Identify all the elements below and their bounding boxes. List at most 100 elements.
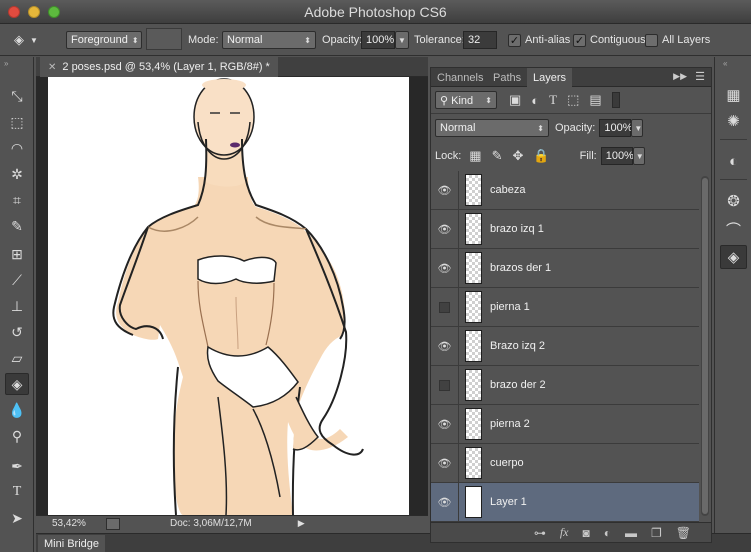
eye-icon: 👁 xyxy=(437,340,452,353)
paint-bucket-tool[interactable]: ◈ xyxy=(5,373,29,395)
lock-pixels-icon[interactable]: ✎ xyxy=(492,148,503,164)
visibility-toggle[interactable]: 👁 xyxy=(431,248,459,288)
clone-stamp-tool[interactable]: ⊥ xyxy=(5,295,29,317)
adjustment-filter-icon[interactable]: ◐ xyxy=(531,93,539,108)
all-layers-checkbox[interactable]: All Layers xyxy=(645,31,710,49)
layer-row[interactable]: 👁 brazos der 1 xyxy=(431,248,699,288)
zoom-level[interactable]: 53,42% xyxy=(52,518,106,529)
layer-row[interactable]: 👁 cuerpo xyxy=(431,443,699,483)
share-icon[interactable] xyxy=(106,517,120,530)
layer-opacity-field[interactable]: 100% xyxy=(599,119,633,137)
lasso-tool[interactable]: ◠ xyxy=(5,137,29,159)
type-tool[interactable]: T xyxy=(5,481,29,503)
lock-transparent-icon[interactable]: ▦ xyxy=(469,148,481,164)
mini-bridge-tab[interactable]: Mini Bridge xyxy=(38,535,106,552)
color-panel-button[interactable]: ❂ xyxy=(720,189,747,213)
lock-all-icon[interactable]: 🔒 xyxy=(533,148,549,164)
scrollbar-thumb[interactable] xyxy=(702,178,708,514)
adjustment-icon[interactable]: ◐ xyxy=(604,526,611,540)
layers-scrollbar[interactable] xyxy=(701,176,709,516)
filter-toggle[interactable] xyxy=(611,92,620,108)
crop-tool[interactable]: ⌗ xyxy=(5,189,29,211)
layer-row[interactable]: pierna 1 xyxy=(431,287,699,327)
visibility-toggle[interactable]: 👁 xyxy=(431,404,459,444)
antialias-checkbox[interactable]: ✓ Anti-alias xyxy=(508,31,570,49)
blend-mode-dropdown[interactable]: Normal ⬍ xyxy=(435,119,549,137)
layer-row[interactable]: 👁 Brazo izq 2 xyxy=(431,326,699,366)
fill-source-dropdown[interactable]: Foreground ⬍ xyxy=(66,31,142,49)
eyedropper-tool[interactable]: ✎ xyxy=(5,215,29,237)
hidden-visibility-box xyxy=(439,379,450,391)
visibility-toggle[interactable]: 👁 xyxy=(431,482,459,522)
collapse-icon[interactable]: « xyxy=(723,59,727,68)
healing-brush-tool[interactable]: ⊞ xyxy=(5,243,29,265)
paint-bucket-tool-preset[interactable]: ◈ ▼ xyxy=(14,31,38,49)
opacity-field[interactable]: 100% xyxy=(361,31,395,49)
visibility-toggle[interactable]: 👁 xyxy=(431,171,459,210)
link-icon[interactable]: ⊶ xyxy=(534,526,546,540)
document-tab[interactable]: ✕ 2 poses.psd @ 53,4% (Layer 1, RGB/8#) … xyxy=(40,57,278,77)
pen-tool[interactable]: ✒ xyxy=(5,455,29,477)
visibility-toggle[interactable] xyxy=(431,287,459,327)
tolerance-field[interactable]: 32 xyxy=(463,31,497,49)
type-filter-icon[interactable]: T xyxy=(549,92,557,108)
fill-slider[interactable]: ▼ xyxy=(632,147,645,165)
options-bar: ◈ ▼ Foreground ⬍ Mode: Normal ⬍ Opacity: 1… xyxy=(0,24,751,56)
brush-tool[interactable]: ⟋ xyxy=(5,269,29,291)
history-brush-tool[interactable]: ↺ xyxy=(5,321,29,343)
status-menu-arrow-icon[interactable]: ▶ xyxy=(298,518,305,529)
checkmark-icon: ✓ xyxy=(573,33,586,47)
shape-filter-icon[interactable]: ⬚ xyxy=(567,92,579,108)
layer-opacity-slider[interactable]: ▼ xyxy=(631,119,644,137)
mode-dropdown[interactable]: Normal ⬍ xyxy=(222,31,316,49)
lock-position-icon[interactable]: ✥ xyxy=(513,148,524,164)
layers-panel: Channels Paths Layers ▶▶ ☰ ⚲ Kind ⬍ ▣ ◐ T… xyxy=(430,67,712,543)
paths-panel-button[interactable]: ⌒ xyxy=(720,217,747,241)
history-panel-button[interactable]: ▦ xyxy=(720,83,747,107)
layer-row[interactable]: 👁 brazo izq 1 xyxy=(431,209,699,249)
mask-icon[interactable]: ◙ xyxy=(583,526,590,540)
opacity-slider-button[interactable]: ▼ xyxy=(395,31,409,49)
layers-panel-button[interactable]: ◈ xyxy=(720,245,747,269)
collapse-icon[interactable]: » xyxy=(4,59,8,68)
contiguous-checkbox[interactable]: ✓ Contiguous xyxy=(573,31,646,49)
fx-icon[interactable]: fx xyxy=(560,525,569,540)
visibility-toggle[interactable]: 👁 xyxy=(431,209,459,249)
tab-paths[interactable]: Paths xyxy=(487,68,527,87)
visibility-toggle[interactable] xyxy=(431,365,459,405)
dodge-tool[interactable]: ⚲ xyxy=(5,425,29,447)
tab-layers[interactable]: Layers xyxy=(527,68,573,87)
chevron-down-icon: ▼ xyxy=(634,123,643,133)
close-icon[interactable]: ✕ xyxy=(48,62,56,73)
eraser-icon: ▱ xyxy=(11,349,23,366)
tab-channels[interactable]: Channels xyxy=(431,68,489,87)
eraser-tool[interactable]: ▱ xyxy=(5,347,29,369)
canvas-area[interactable] xyxy=(36,77,428,515)
pattern-picker[interactable] xyxy=(146,28,182,50)
blur-tool[interactable]: 💧 xyxy=(5,399,29,421)
fill-field[interactable]: 100% xyxy=(600,147,634,165)
magic-wand-tool[interactable]: ✲ xyxy=(5,163,29,185)
layer-row[interactable]: brazo der 2 xyxy=(431,365,699,405)
pixel-filter-icon[interactable]: ▣ xyxy=(509,92,521,108)
visibility-toggle[interactable]: 👁 xyxy=(431,443,459,483)
filter-kind-dropdown[interactable]: ⚲ Kind ⬍ xyxy=(435,91,497,109)
trash-icon[interactable]: 🗑 xyxy=(676,526,691,540)
new-layer-icon[interactable]: ❐ xyxy=(651,526,662,540)
panel-tabs: Channels Paths Layers ▶▶ ☰ xyxy=(431,68,711,87)
layer-row[interactable]: 👁 pierna 2 xyxy=(431,404,699,444)
collapse-panel-icon[interactable]: ▶▶ xyxy=(673,71,687,82)
adjustments-panel-button[interactable]: ◐ xyxy=(720,149,747,173)
document-canvas[interactable] xyxy=(48,77,409,515)
marquee-tool[interactable]: ⬚ xyxy=(5,111,29,133)
smart-object-filter-icon[interactable]: ▤ xyxy=(589,92,601,108)
properties-panel-button[interactable]: ✺ xyxy=(720,109,747,133)
chevron-down-icon: ▼ xyxy=(398,35,406,45)
folder-icon[interactable]: ▬ xyxy=(625,526,637,540)
visibility-toggle[interactable]: 👁 xyxy=(431,326,459,366)
path-selection-tool[interactable]: ➤ xyxy=(5,507,29,529)
layer-row[interactable]: 👁 cabeza xyxy=(431,171,699,210)
panel-menu-icon[interactable]: ☰ xyxy=(695,70,705,83)
move-tool[interactable]: ⤡ xyxy=(5,85,29,107)
layer-row-selected[interactable]: 👁 Layer 1 xyxy=(431,482,699,522)
